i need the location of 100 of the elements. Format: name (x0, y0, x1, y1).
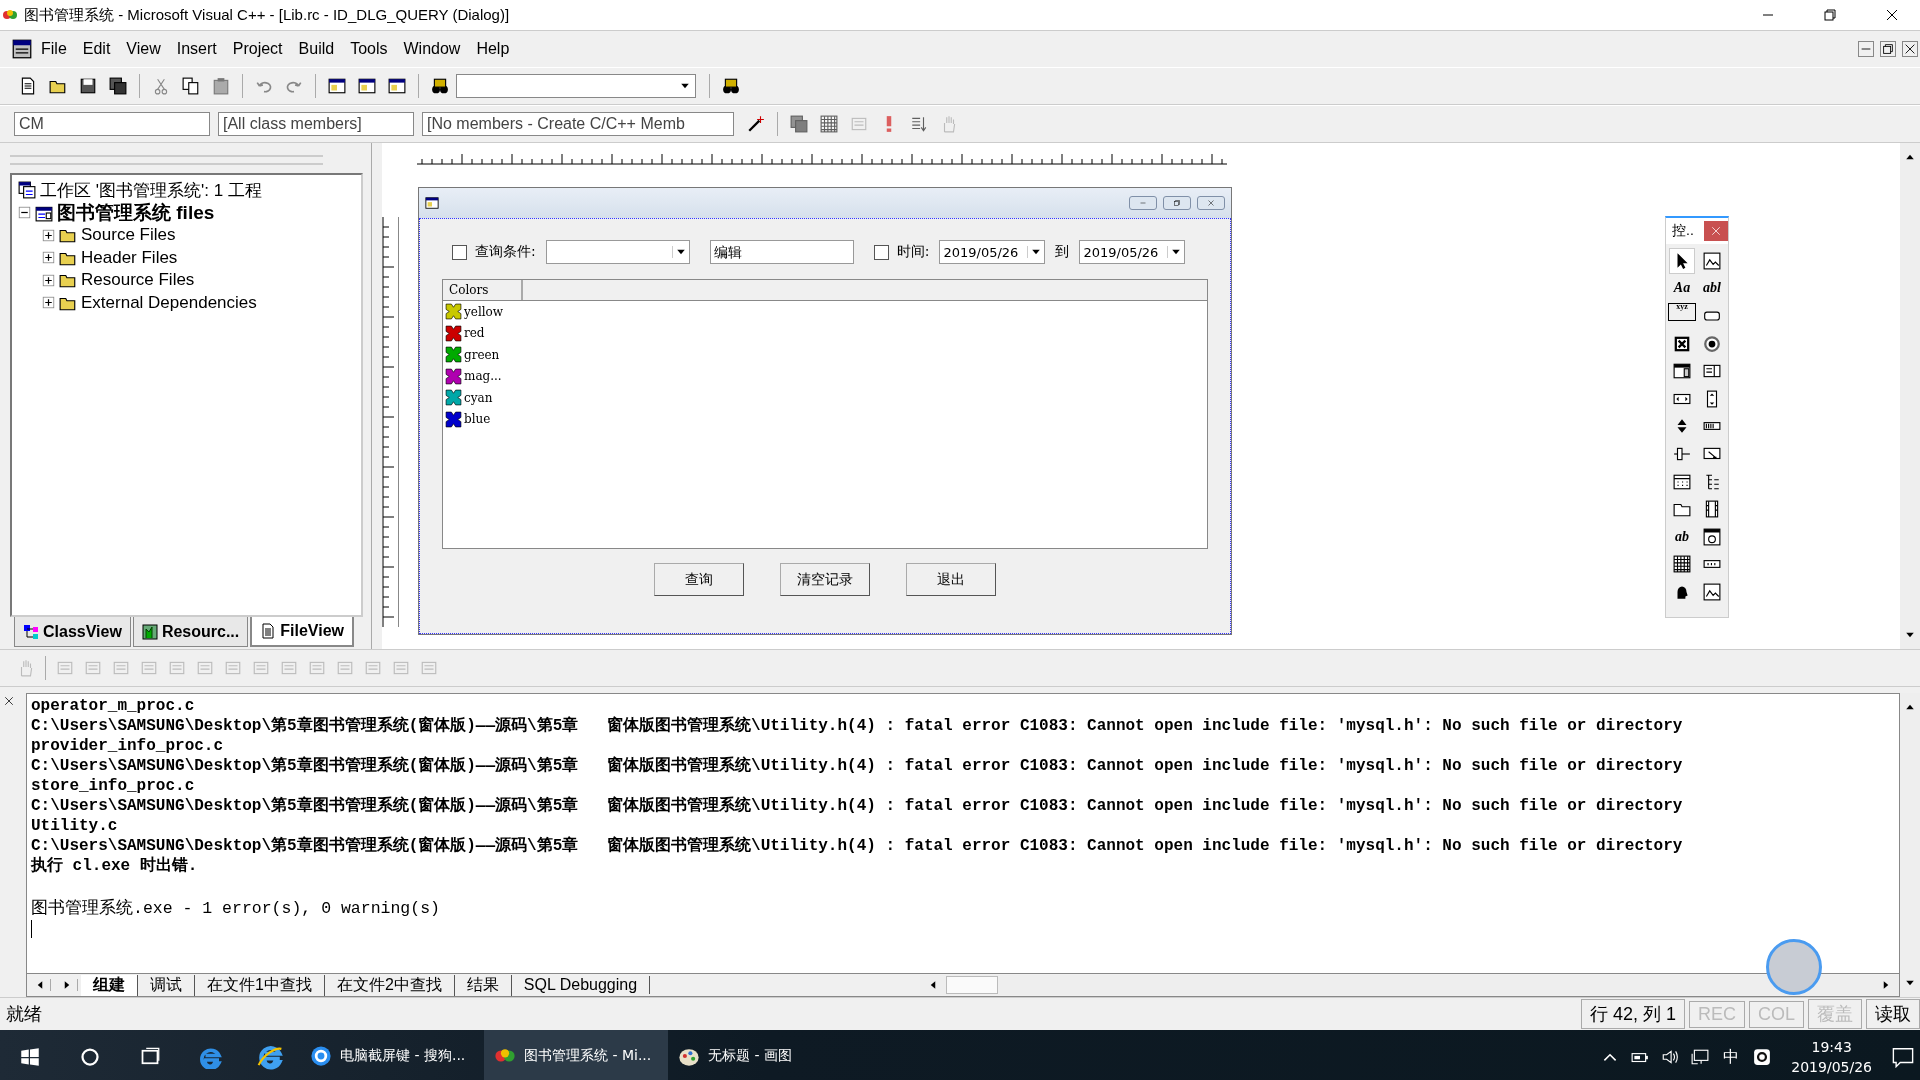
output-tab[interactable]: SQL Debugging (511, 976, 651, 994)
notification-icon[interactable] (1892, 1046, 1914, 1068)
control-tool[interactable]: ab (1669, 523, 1695, 550)
tree-item[interactable]: 工作区 '图书管理系统': 1 工程 (40, 178, 262, 202)
tree-item[interactable]: Resource Files (81, 270, 195, 291)
radio-icon[interactable] (1703, 334, 1721, 353)
paste-icon[interactable] (212, 77, 230, 95)
list-item[interactable]: mag... (464, 369, 502, 384)
close-icon[interactable] (1884, 7, 1900, 23)
combo-box-icon[interactable] (1673, 362, 1691, 381)
close-icon[interactable] (1902, 41, 1918, 57)
list-view-icon[interactable] (1673, 472, 1691, 491)
tree-item[interactable]: Header Files (81, 247, 178, 268)
restore-icon[interactable] (1822, 7, 1838, 23)
dialog-button[interactable]: 清空记录 (780, 563, 870, 596)
clock-date[interactable]: 2019/05/26 (1791, 1057, 1872, 1077)
filter-combo[interactable]: [All class members] (218, 112, 414, 136)
close-icon[interactable] (3, 695, 15, 707)
window-icon[interactable] (388, 77, 406, 95)
tree-icon[interactable] (1703, 472, 1721, 491)
windows-icon[interactable] (20, 1047, 40, 1067)
tree-item[interactable]: 图书管理系统 files (57, 199, 215, 226)
menu-item[interactable]: Project (225, 40, 290, 58)
tree-item[interactable]: Source Files (81, 225, 176, 246)
menu-item[interactable]: Window (396, 40, 468, 58)
save-icon[interactable] (79, 77, 97, 95)
class-combo[interactable]: CM (14, 112, 210, 136)
task-view-icon[interactable] (140, 1047, 160, 1067)
cut-icon[interactable] (152, 77, 170, 95)
checkbox[interactable] (873, 244, 889, 260)
stack-icon[interactable] (790, 115, 808, 133)
table-icon[interactable] (1673, 555, 1691, 574)
expand-icon[interactable] (42, 296, 55, 310)
output-tab[interactable]: 调试 (138, 974, 195, 996)
e-letter-icon[interactable] (257, 1044, 283, 1070)
expand-icon[interactable] (42, 228, 55, 242)
collapse-icon[interactable] (18, 206, 31, 220)
window-icon[interactable] (328, 77, 346, 95)
workspace-tab[interactable]: Resourc... (132, 617, 249, 647)
minimize-icon[interactable] (1858, 41, 1874, 57)
film-icon[interactable] (1703, 500, 1721, 519)
tree-item[interactable]: External Dependencies (81, 292, 257, 313)
window-icon[interactable] (358, 77, 376, 95)
taskbar-app[interactable]: 图书管理系统 - Mi... (484, 1030, 668, 1080)
menu-item[interactable]: Tools (343, 40, 395, 58)
output-tab[interactable]: 在文件1中查找 (195, 974, 325, 996)
control-tool[interactable]: xyz (1668, 303, 1696, 322)
scrollbar[interactable] (1900, 143, 1920, 649)
expand-icon[interactable] (42, 273, 55, 287)
binoculars-icon[interactable] (722, 77, 740, 95)
dialog-button[interactable]: 退出 (906, 563, 996, 596)
speaker-icon[interactable] (1661, 1048, 1680, 1066)
menu-item[interactable]: Build (291, 40, 342, 58)
picture-icon[interactable] (1703, 582, 1721, 601)
wand-icon[interactable] (747, 115, 765, 133)
list-item[interactable]: red (464, 326, 485, 341)
taskbar-app[interactable]: 无标题 - 画图 (668, 1030, 852, 1080)
menu-item[interactable]: Edit (75, 40, 118, 58)
output-tab[interactable]: 在文件2中查找 (324, 974, 455, 996)
minimize-icon[interactable] (1129, 196, 1157, 210)
picture-icon[interactable] (1703, 251, 1721, 270)
list-item[interactable]: yellow (464, 304, 504, 319)
list-sort-icon[interactable] (910, 115, 928, 133)
scroll-thumb[interactable] (946, 976, 999, 994)
q-app-icon[interactable] (1753, 1048, 1772, 1066)
expand-icon[interactable] (42, 251, 55, 265)
list-item[interactable]: green (464, 347, 500, 362)
output-tab[interactable]: 组建 (81, 974, 138, 996)
dialog-button[interactable]: 查询 (654, 563, 744, 596)
menu-item[interactable]: Help (469, 40, 517, 58)
list-item[interactable]: cyan (464, 390, 493, 405)
control-tool[interactable]: Aa (1669, 275, 1695, 302)
workspace-tab[interactable]: FileView (250, 617, 354, 647)
members-combo[interactable]: [No members - Create C/C++ Memb (422, 112, 734, 136)
text-field[interactable]: 编辑 (709, 240, 854, 264)
menu-item[interactable]: View (119, 40, 168, 58)
date-picker[interactable]: 2019/05/26 (1079, 240, 1186, 264)
calendar-icon[interactable] (1703, 527, 1721, 546)
menu-item[interactable]: File (34, 40, 74, 58)
input-method[interactable]: 中 (1723, 1046, 1740, 1068)
restore-icon[interactable] (1880, 41, 1896, 57)
menu-item[interactable]: Insert (169, 40, 224, 58)
checkbox-icon[interactable] (1673, 334, 1691, 353)
checkbox[interactable] (452, 244, 467, 260)
new-document-icon[interactable] (19, 77, 37, 95)
e-letter-icon[interactable] (198, 1045, 222, 1069)
clock-time[interactable]: 19:43 (1811, 1037, 1852, 1057)
binoculars-icon[interactable] (431, 77, 449, 95)
panel-gripper[interactable] (10, 155, 323, 165)
date-picker[interactable]: 2019/05/26 (939, 240, 1046, 264)
control-tool[interactable]: abl (1699, 275, 1725, 302)
copy-icon[interactable] (182, 77, 200, 95)
network-icon[interactable] (1691, 1048, 1710, 1066)
save-all-icon[interactable] (109, 77, 127, 95)
list-item[interactable]: blue (464, 412, 491, 427)
output-tab[interactable]: 结果 (454, 974, 512, 996)
column-header[interactable]: Colors (443, 280, 523, 300)
find-field[interactable] (456, 74, 696, 98)
condition-combo[interactable] (545, 240, 690, 264)
search-icon[interactable] (80, 1047, 100, 1067)
